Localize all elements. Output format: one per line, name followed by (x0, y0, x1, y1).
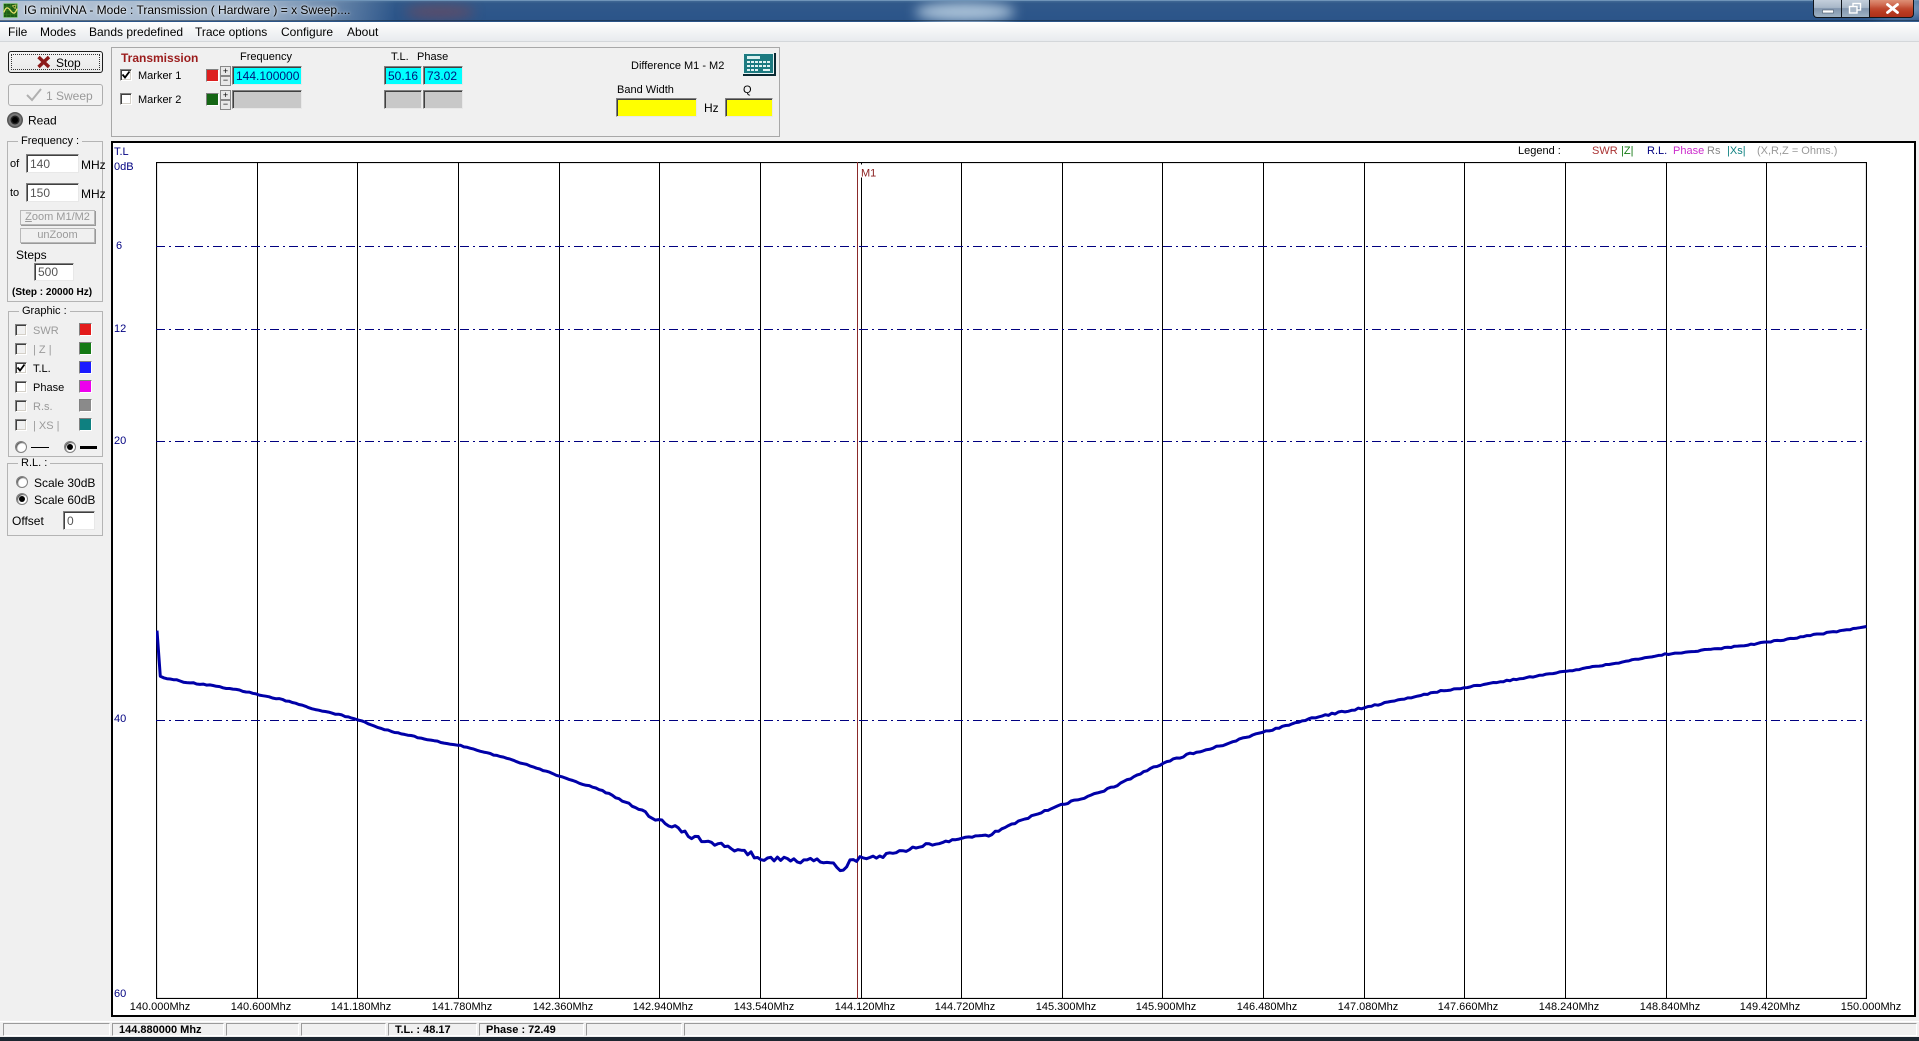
svg-text:Read: Read (28, 114, 57, 128)
svg-text:1 Sweep: 1 Sweep (46, 89, 93, 103)
svg-text:M1: M1 (861, 168, 876, 180)
svg-text:Stop: Stop (56, 56, 81, 70)
